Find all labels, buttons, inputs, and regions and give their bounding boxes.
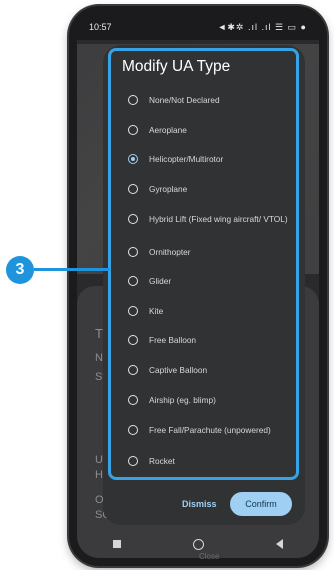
status-time: 10:57 [89, 22, 112, 32]
dismiss-button[interactable]: Dismiss [182, 499, 217, 509]
options-highlight-box [108, 48, 299, 480]
back-icon[interactable] [276, 539, 283, 549]
status-icons: ◄✱✲ .ıl .ıl ☰ ▭ ● [217, 21, 307, 32]
confirm-button[interactable]: Confirm [230, 492, 292, 516]
status-bar: 10:57 ◄✱✲ .ıl .ıl ☰ ▭ ● [77, 14, 319, 40]
android-nav-bar [77, 530, 319, 558]
callout-badge: 3 [6, 256, 34, 284]
callout-line [34, 268, 110, 271]
home-icon[interactable] [193, 538, 204, 550]
close-hint: Close [199, 552, 220, 561]
recent-apps-icon[interactable] [113, 540, 121, 548]
